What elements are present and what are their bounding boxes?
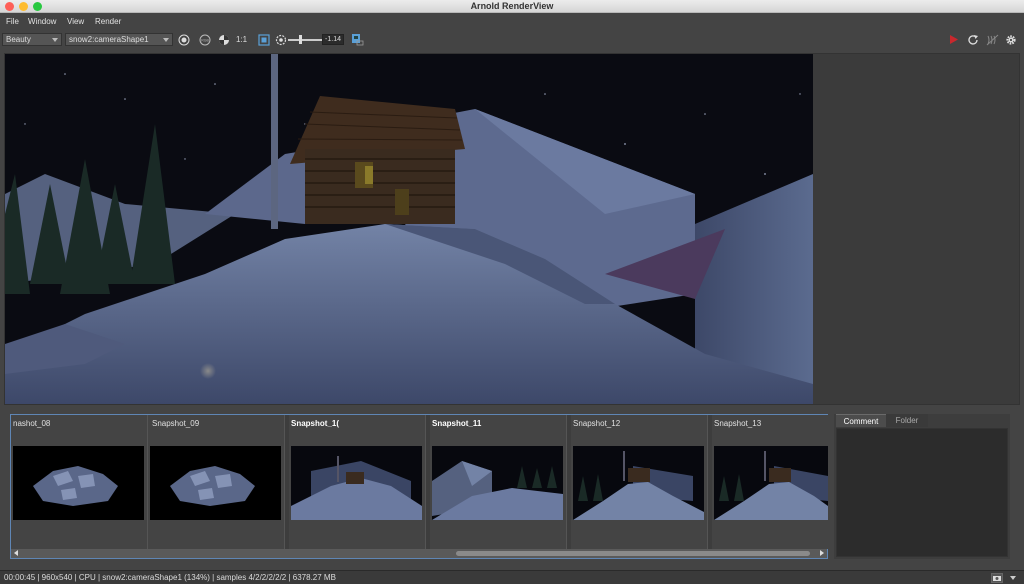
color-channel-icon[interactable] [217,33,231,46]
snapshot-card[interactable]: Snapshot_11 [430,415,567,549]
snapshot-thumbnail[interactable] [432,446,563,520]
menu-bar: File Window View Render [0,14,1024,31]
status-snapshot-icon[interactable] [991,573,1003,583]
snapshot-card[interactable]: nashot_08 [11,415,148,549]
snapshot-card[interactable]: Snapshot_09 [148,415,285,549]
snapshot-card[interactable]: Snapshot_1( [289,415,426,549]
menu-file[interactable]: File [6,17,19,26]
render-play-icon[interactable] [946,33,960,46]
menu-window[interactable]: Window [28,17,56,26]
aov-select[interactable]: Beauty [2,33,62,46]
render-image[interactable] [5,54,813,404]
snapshot-label: nashot_08 [13,419,51,428]
snapshot-label: Snapshot_1( [291,419,340,428]
snapshot-label: Snapshot_13 [714,419,762,428]
tab-folder[interactable]: Folder [886,414,928,427]
settings-gear-icon[interactable] [1004,33,1018,46]
snapshot-scrollbar[interactable] [11,549,827,558]
snapshot-icon[interactable] [350,33,364,46]
snapshot-thumbnail[interactable] [714,446,828,520]
snapshot-info-panel: Comment Folder [834,414,1010,559]
refresh-icon[interactable] [966,33,980,46]
aov-select-value: Beauty [6,35,31,44]
status-bar: 00:00:45 | 960x540 | CPU | snow2:cameraS… [0,570,1024,584]
scroll-left-arrow-icon[interactable] [14,550,18,556]
title-bar: Arnold RenderView [0,0,1024,13]
snapshot-label: Snapshot_11 [432,419,482,428]
debug-shading-icon[interactable] [985,33,999,46]
tab-comment[interactable]: Comment [836,414,886,427]
snapshot-thumbnail[interactable] [150,446,281,520]
toolbar: Beauty snow2:cameraShape1 RGB 1:1 [0,31,1024,48]
scrollbar-thumb[interactable] [456,551,810,556]
snapshot-thumbnail[interactable] [573,446,704,520]
color-correct-icon[interactable] [274,33,288,46]
fit-frame-icon[interactable] [257,33,271,46]
snapshot-thumbnail[interactable] [291,446,422,520]
chevron-down-icon [163,38,169,42]
snapshot-card[interactable]: Snapshot_12 [571,415,708,549]
snapshot-strip[interactable]: nashot_08 Snapshot_09 Snapshot_1( Snapsh… [10,414,828,559]
camera-select[interactable]: snow2:cameraShape1 [65,33,173,46]
exposure-value-field[interactable]: -1.14 [322,34,344,45]
scroll-right-arrow-icon[interactable] [820,550,824,556]
render-viewer[interactable] [4,53,1020,405]
menu-view[interactable]: View [67,17,84,26]
exposure-slider-track[interactable] [288,39,322,41]
chevron-down-icon[interactable] [1010,576,1016,580]
snapshot-label: Snapshot_12 [573,419,621,428]
zoom-one-to-one-button[interactable]: 1:1 [236,35,247,44]
svg-text:RGB: RGB [201,38,209,42]
chevron-down-icon [52,38,58,42]
menu-render[interactable]: Render [95,17,121,26]
snapshot-thumbnail[interactable] [13,446,144,520]
window-title: Arnold RenderView [470,1,554,11]
snapshot-label: Snapshot_09 [152,419,200,428]
comment-textarea[interactable] [836,428,1008,557]
ipr-eye-icon[interactable]: RGB [198,33,212,46]
exposure-slider-handle[interactable] [299,35,302,44]
snapshot-card[interactable]: Snapshot_13 [712,415,828,549]
camera-select-value: snow2:cameraShape1 [69,35,149,44]
crop-region-icon[interactable] [177,33,191,46]
status-text: 00:00:45 | 960x540 | CPU | snow2:cameraS… [4,573,336,582]
